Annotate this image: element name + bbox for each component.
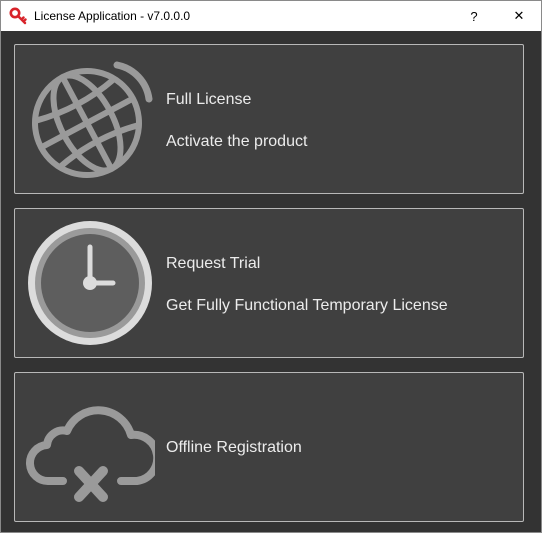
title-bar[interactable]: License Application - v7.0.0.0 ? ✕ xyxy=(1,1,541,31)
license-application-window: License Application - v7.0.0.0 ? ✕ Full … xyxy=(0,0,542,533)
close-button[interactable]: ✕ xyxy=(496,1,542,31)
key-app-icon xyxy=(9,7,27,25)
request-trial-option[interactable]: Request Trial Get Fully Functional Tempo… xyxy=(14,208,524,358)
full-license-subtitle: Activate the product xyxy=(166,133,308,150)
clock-icon xyxy=(28,221,152,345)
offline-registration-title: Offline Registration xyxy=(166,439,302,456)
full-license-title: Full License xyxy=(166,91,252,108)
offline-registration-option[interactable]: Offline Registration xyxy=(14,372,524,522)
cloud-offline-icon xyxy=(25,406,155,502)
options-panel: Full License Activate the product Reques… xyxy=(1,31,541,532)
request-trial-subtitle: Get Fully Functional Temporary License xyxy=(166,297,448,314)
help-button[interactable]: ? xyxy=(451,1,497,31)
full-license-option[interactable]: Full License Activate the product xyxy=(14,44,524,194)
window-title: License Application - v7.0.0.0 xyxy=(34,9,191,23)
request-trial-title: Request Trial xyxy=(166,255,261,272)
globe-icon xyxy=(32,61,153,178)
